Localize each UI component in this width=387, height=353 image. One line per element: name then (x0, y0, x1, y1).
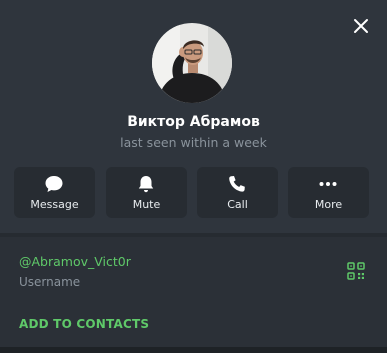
profile-panel: Виктор Абрамов last seen within a week M… (0, 0, 387, 353)
qr-code-icon (347, 262, 365, 280)
message-label: Message (30, 198, 79, 211)
bottom-edge (0, 347, 387, 353)
call-label: Call (227, 198, 248, 211)
action-buttons: Message Mute Call More (14, 167, 373, 219)
mute-label: Mute (132, 198, 161, 211)
info-section: @Abramov_Vict0r Username ADD TO CONTACTS (0, 237, 387, 347)
more-button[interactable]: More (288, 167, 369, 218)
bell-icon (138, 176, 154, 193)
call-button[interactable]: Call (197, 167, 278, 218)
more-label: More (314, 198, 343, 211)
qr-code-button[interactable] (347, 262, 365, 280)
chat-bubble-icon (45, 176, 63, 192)
avatar-image (152, 23, 232, 103)
last-seen-status: last seen within a week (120, 135, 267, 150)
close-button[interactable] (350, 15, 372, 37)
mute-button[interactable]: Mute (106, 167, 187, 218)
add-to-contacts-button[interactable]: ADD TO CONTACTS (19, 315, 149, 333)
message-button[interactable]: Message (14, 167, 95, 218)
username-value[interactable]: @Abramov_Vict0r (19, 253, 131, 271)
avatar[interactable] (152, 23, 232, 103)
profile-name: Виктор Абрамов (127, 114, 260, 130)
more-dots-icon (319, 182, 337, 186)
phone-icon (229, 176, 245, 192)
close-icon (354, 19, 368, 33)
username-label: Username (19, 275, 81, 289)
profile-header: Виктор Абрамов last seen within a week M… (0, 0, 387, 233)
